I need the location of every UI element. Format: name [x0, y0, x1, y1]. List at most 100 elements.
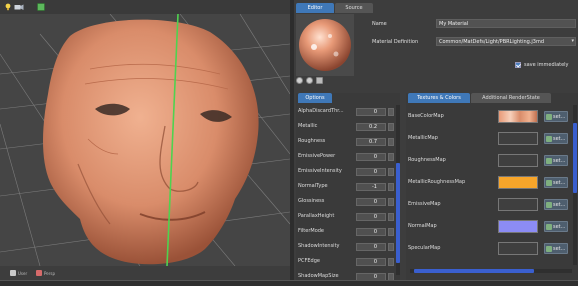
option-value-field[interactable]: 0.7: [356, 138, 386, 146]
option-value-field[interactable]: 0.2: [356, 123, 386, 131]
option-label: ShadowMapSize: [298, 273, 339, 279]
option-row: NormalType -1: [298, 180, 394, 195]
texture-row: BaseColorMap set...: [408, 105, 572, 127]
texture-set-label: set...: [553, 223, 566, 230]
user-view-label: User: [18, 270, 28, 276]
viewport-3d[interactable]: User Persp: [0, 0, 290, 280]
name-label: Name: [372, 21, 387, 27]
texture-set-button[interactable]: set...: [544, 133, 568, 144]
option-value-field[interactable]: 0: [356, 243, 386, 251]
option-label: Glossiness: [298, 198, 325, 204]
tab-source[interactable]: Source: [335, 3, 373, 13]
tab-options[interactable]: Options: [298, 93, 332, 103]
option-label: AlphaDiscardThr...: [298, 108, 344, 114]
texture-set-label: set...: [553, 179, 566, 186]
option-spinner[interactable]: [388, 243, 394, 251]
texture-set-button[interactable]: set...: [544, 177, 568, 188]
texture-label: MetallicMap: [408, 135, 438, 141]
option-value-field[interactable]: 0: [356, 228, 386, 236]
options-panel: Options AlphaDiscardThr... 0 Metallic 0.2 Ro…: [296, 93, 400, 280]
cylinder-shape-button[interactable]: [306, 77, 313, 84]
tab-additional-renderstate[interactable]: Additional RenderState: [471, 93, 551, 103]
textures-scrollbar-thumb[interactable]: [573, 123, 577, 193]
image-icon: [546, 223, 552, 230]
box-shape-button[interactable]: [316, 77, 323, 84]
sphere-shape-button[interactable]: [296, 77, 303, 84]
viewport-statusbar: User Persp: [0, 266, 290, 280]
option-value-field[interactable]: 0: [356, 198, 386, 206]
option-value-field[interactable]: -1: [356, 183, 386, 191]
option-spinner[interactable]: [388, 228, 394, 236]
option-value-field[interactable]: 0: [356, 108, 386, 116]
tab-textures-colors[interactable]: Textures & Colors: [408, 93, 470, 103]
persp-view-button[interactable]: Persp: [36, 268, 55, 278]
texture-swatch[interactable]: [498, 242, 538, 255]
texture-set-button[interactable]: set...: [544, 199, 568, 210]
option-spinner[interactable]: [388, 168, 394, 176]
save-immediately-checkbox[interactable]: [515, 62, 521, 68]
texture-swatch[interactable]: [498, 220, 538, 233]
option-row: EmissivePower 0: [298, 150, 394, 165]
image-icon: [546, 113, 552, 120]
texture-label: RoughnessMap: [408, 157, 446, 163]
texture-set-button[interactable]: set...: [544, 221, 568, 232]
option-label: EmissiveIntensity: [298, 168, 342, 174]
texture-swatch[interactable]: [498, 176, 538, 189]
material-editor-panel: Editor Source Name My Material Material …: [294, 0, 578, 280]
texture-set-button[interactable]: set...: [544, 155, 568, 166]
material-definition-dropdown[interactable]: Common/MatDefs/Light/PBRLighting.j3md ▾: [436, 37, 576, 46]
texture-row: EmissiveMap set...: [408, 193, 572, 215]
option-spinner[interactable]: [388, 123, 394, 131]
texture-set-label: set...: [553, 201, 566, 208]
option-spinner[interactable]: [388, 183, 394, 191]
user-view-button[interactable]: User: [10, 268, 27, 278]
texture-set-button[interactable]: set...: [544, 111, 568, 122]
texture-row: MetallicRoughnessMap set...: [408, 171, 572, 193]
option-label: ShadowIntensity: [298, 243, 340, 249]
option-value-field[interactable]: 0: [356, 273, 386, 280]
tab-editor[interactable]: Editor: [296, 3, 334, 13]
texture-swatch[interactable]: [498, 198, 538, 211]
persp-view-label: Persp: [44, 270, 55, 276]
option-spinner[interactable]: [388, 108, 394, 116]
texture-label: BaseColorMap: [408, 113, 444, 119]
option-value-field[interactable]: 0: [356, 213, 386, 221]
options-scrollbar[interactable]: [396, 105, 400, 275]
bottom-dock-strip: [0, 280, 578, 286]
head-model: [43, 14, 259, 266]
textures-hscrollbar-thumb[interactable]: [414, 269, 534, 273]
texture-set-button[interactable]: set...: [544, 243, 568, 254]
option-spinner[interactable]: [388, 273, 394, 280]
texture-set-label: set...: [553, 245, 566, 252]
image-icon: [546, 179, 552, 186]
texture-label: EmissiveMap: [408, 201, 441, 207]
option-label: EmissivePower: [298, 153, 336, 159]
option-row: PCFEdge 0: [298, 255, 394, 270]
lightbulb-icon[interactable]: [4, 3, 12, 11]
textures-hscrollbar[interactable]: [410, 269, 572, 273]
color-swatch-icon[interactable]: [37, 3, 45, 11]
save-immediately-label: save immediately: [524, 62, 569, 68]
option-row: AlphaDiscardThr... 0: [298, 105, 394, 120]
option-row: ParallaxHeight 0: [298, 210, 394, 225]
option-row: FilterMode 0: [298, 225, 394, 240]
material-preview-sphere: [296, 14, 354, 76]
texture-swatch[interactable]: [498, 110, 538, 123]
textures-scrollbar[interactable]: [573, 105, 577, 265]
option-value-field[interactable]: 0: [356, 168, 386, 176]
option-spinner[interactable]: [388, 258, 394, 266]
camera-icon[interactable]: [14, 3, 24, 11]
material-name-field[interactable]: My Material: [436, 19, 576, 28]
option-spinner[interactable]: [388, 153, 394, 161]
texture-swatch[interactable]: [498, 154, 538, 167]
option-value-field[interactable]: 0: [356, 153, 386, 161]
option-spinner[interactable]: [388, 198, 394, 206]
option-value-field[interactable]: 0: [356, 258, 386, 266]
option-row: Glossiness 0: [298, 195, 394, 210]
texture-label: SpecularMap: [408, 245, 441, 251]
image-icon: [546, 135, 552, 142]
option-spinner[interactable]: [388, 138, 394, 146]
option-spinner[interactable]: [388, 213, 394, 221]
options-scrollbar-thumb[interactable]: [396, 163, 400, 263]
texture-swatch[interactable]: [498, 132, 538, 145]
